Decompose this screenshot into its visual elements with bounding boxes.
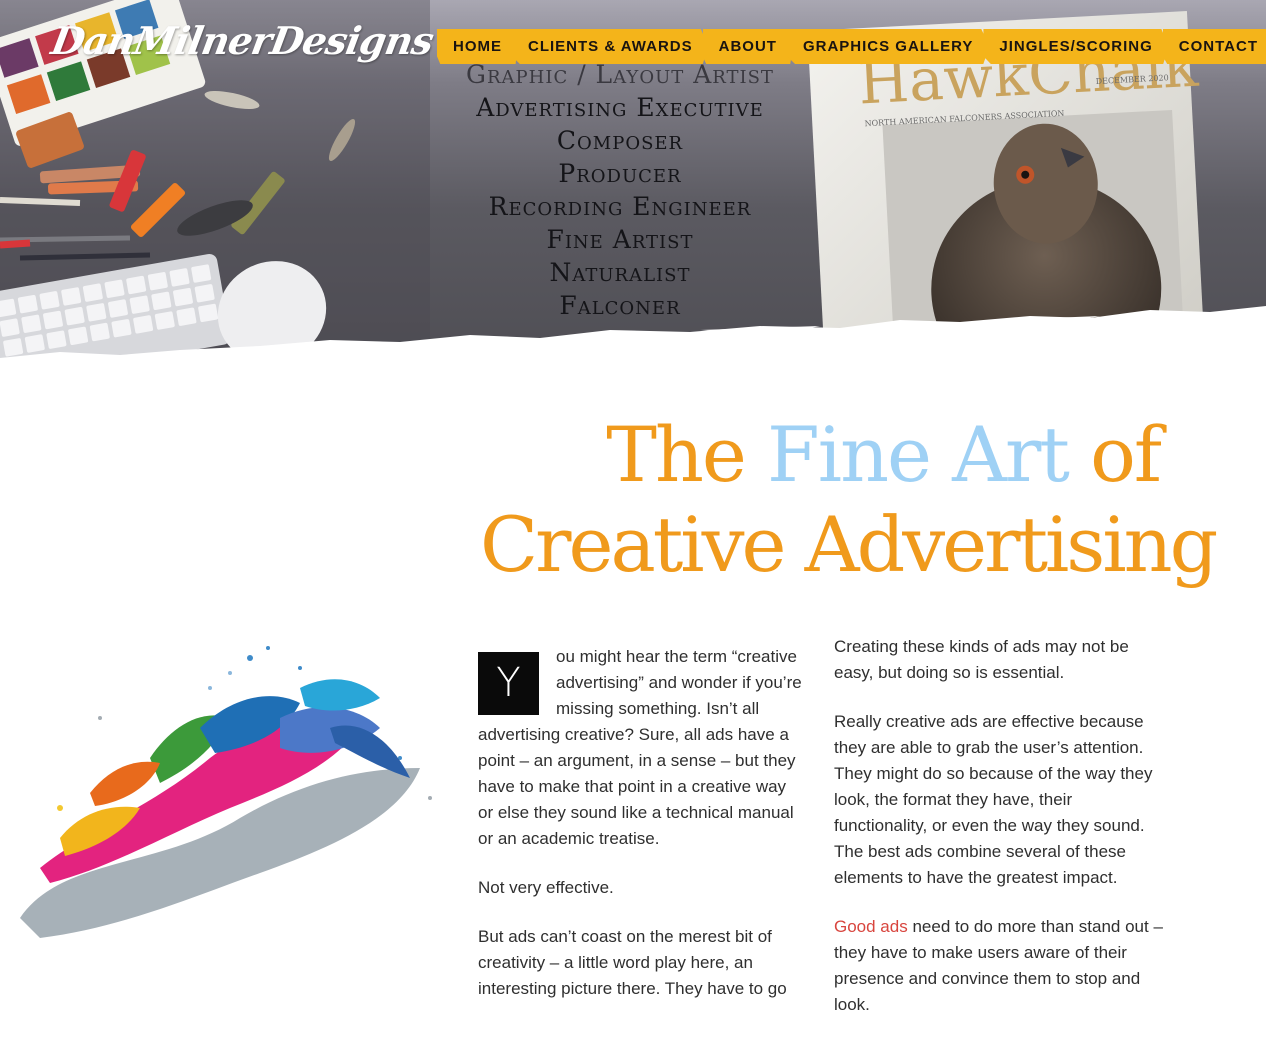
title-line2: Creative Advertising: [480, 500, 1218, 589]
article-paragraph: Creating these kinds of ads may not be e…: [834, 637, 1129, 682]
article-paragraph: Really creative ads are effective becaus…: [834, 712, 1153, 887]
article-paragraph: But ads can’t coast on the merest bit of…: [478, 927, 787, 998]
article-paragraph: You might hear the term “creative advert…: [478, 644, 803, 852]
hero-banner: HawkChalk NORTH AMERICAN FALCONERS ASSOC…: [0, 0, 1266, 380]
role-item: Recording Engineer: [488, 192, 752, 221]
article-column-left: You might hear the term “creative advert…: [478, 644, 803, 1025]
role-item: Naturalist: [549, 258, 691, 287]
article-paragraph: Good ads need to do more than stand out …: [834, 914, 1169, 1018]
nav-contact[interactable]: CONTACT: [1162, 29, 1266, 64]
article-paragraph: Not very effective.: [478, 878, 614, 897]
role-item: Composer: [556, 126, 684, 155]
role-item: Advertising Executive: [476, 93, 764, 122]
title-word: The: [606, 410, 747, 499]
title-accent: Fine Art: [767, 410, 1070, 499]
good-ads-link[interactable]: Good ads: [834, 917, 908, 936]
title-word: of: [1090, 410, 1162, 499]
page-title: The Fine Art of Creative Advertising: [480, 410, 1260, 590]
role-item: Fine Artist: [546, 225, 694, 254]
role-item: Falconer: [559, 291, 681, 320]
role-item: Graphic / Layout Artist: [466, 60, 774, 89]
roles-list: Graphic / Layout Artist Advertising Exec…: [420, 58, 820, 322]
site-logo[interactable]: DanMilnerDesigns: [48, 18, 436, 63]
paint-splash-image: [20, 646, 432, 938]
nav-jingles-scoring[interactable]: JINGLES/SCORING: [983, 29, 1169, 64]
dropcap: Y: [478, 652, 539, 715]
article-column-right: Creating these kinds of ads may not be e…: [834, 634, 1169, 1041]
role-item: Producer: [558, 159, 682, 188]
